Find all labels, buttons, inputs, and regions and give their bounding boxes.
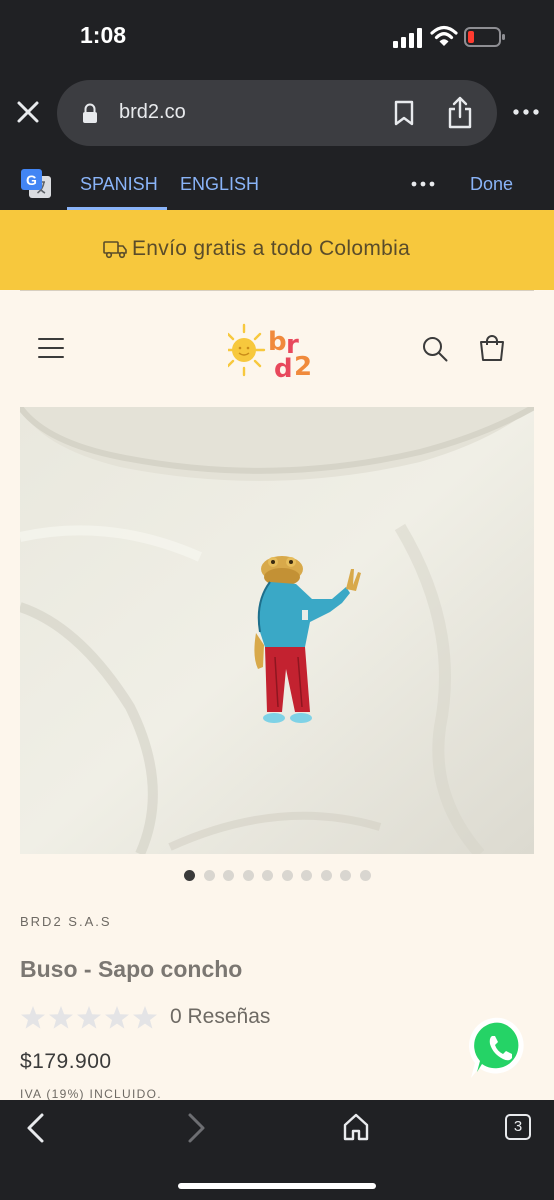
browser-toolbar: brd2.co (0, 78, 554, 160)
product-vendor: BRD2 S.A.S (20, 914, 112, 929)
whatsapp-chat-button[interactable] (465, 1012, 537, 1084)
tab-spanish[interactable]: SPANISH (80, 174, 158, 195)
slider-dot[interactable] (320, 870, 332, 881)
search-icon[interactable] (422, 336, 448, 362)
browser-bottom-toolbar: 3 (0, 1100, 554, 1200)
announcement-text: Envío gratis a todo Colombia (132, 237, 411, 260)
close-icon[interactable] (14, 98, 42, 126)
more-options-icon[interactable] (512, 102, 540, 122)
translate-more-icon[interactable] (410, 174, 436, 194)
tax-note: IVA (19%) INCLUIDO. (20, 1087, 162, 1100)
svg-text:d: d (274, 354, 293, 380)
translate-bar: G SPANISH ENGLISH Done (0, 160, 554, 210)
lock-icon (83, 103, 97, 123)
status-time: 1:08 (80, 22, 127, 48)
svg-text:G: G (26, 172, 37, 188)
slider-dot[interactable] (262, 870, 273, 881)
share-icon[interactable] (447, 95, 473, 129)
tab-english[interactable]: ENGLISH (180, 174, 259, 195)
cart-icon[interactable] (478, 334, 506, 362)
battery-icon (464, 27, 505, 47)
url-text: brd2.co (119, 101, 186, 123)
product-title: Buso - Sapo concho (20, 956, 243, 982)
slider-dot[interactable] (340, 870, 351, 881)
hamburger-menu-icon[interactable] (38, 336, 64, 360)
star-icon (21, 1006, 45, 1029)
slider-dot[interactable] (281, 870, 293, 881)
web-page: Envío gratis a todo Colombia b r d 2 BRD… (0, 210, 554, 1100)
home-icon[interactable] (341, 1112, 371, 1142)
brd2-logo[interactable]: b r d 2 (228, 320, 328, 380)
back-arrow-icon[interactable] (22, 1112, 50, 1144)
translate-done-button[interactable]: Done (470, 174, 513, 195)
wifi-icon (430, 25, 458, 46)
svg-text:b: b (268, 327, 287, 357)
slider-dot[interactable] (184, 870, 195, 881)
star-icon (105, 1006, 129, 1029)
slider-dot[interactable] (359, 870, 371, 881)
product-image[interactable] (20, 407, 534, 854)
signal-icon (393, 28, 422, 48)
star-icon (49, 1006, 73, 1029)
open-tabs-button[interactable]: 3 (505, 1114, 531, 1140)
address-bar[interactable]: brd2.co (57, 80, 497, 146)
svg-text:2: 2 (294, 352, 312, 380)
product-price: $179.900 (20, 1050, 112, 1073)
status-bar: 1:08 (0, 0, 554, 78)
slider-dot[interactable] (203, 870, 215, 881)
google-translate-icon: G (21, 169, 51, 198)
star-icon (77, 1006, 101, 1029)
slider-dot[interactable] (223, 870, 234, 881)
header-divider (20, 290, 534, 291)
slider-dot[interactable] (242, 870, 254, 881)
bookmark-icon[interactable] (393, 100, 415, 126)
review-count[interactable]: 0 Reseñas (170, 1005, 270, 1029)
slider-dot[interactable] (301, 870, 312, 881)
star-icon (133, 1006, 157, 1029)
delivery-truck-icon (103, 241, 127, 259)
rating-stars[interactable] (20, 1005, 160, 1031)
announcement-bar: Envío gratis a todo Colombia (0, 210, 554, 290)
forward-arrow-icon[interactable] (182, 1112, 210, 1144)
home-indicator[interactable] (178, 1183, 376, 1189)
